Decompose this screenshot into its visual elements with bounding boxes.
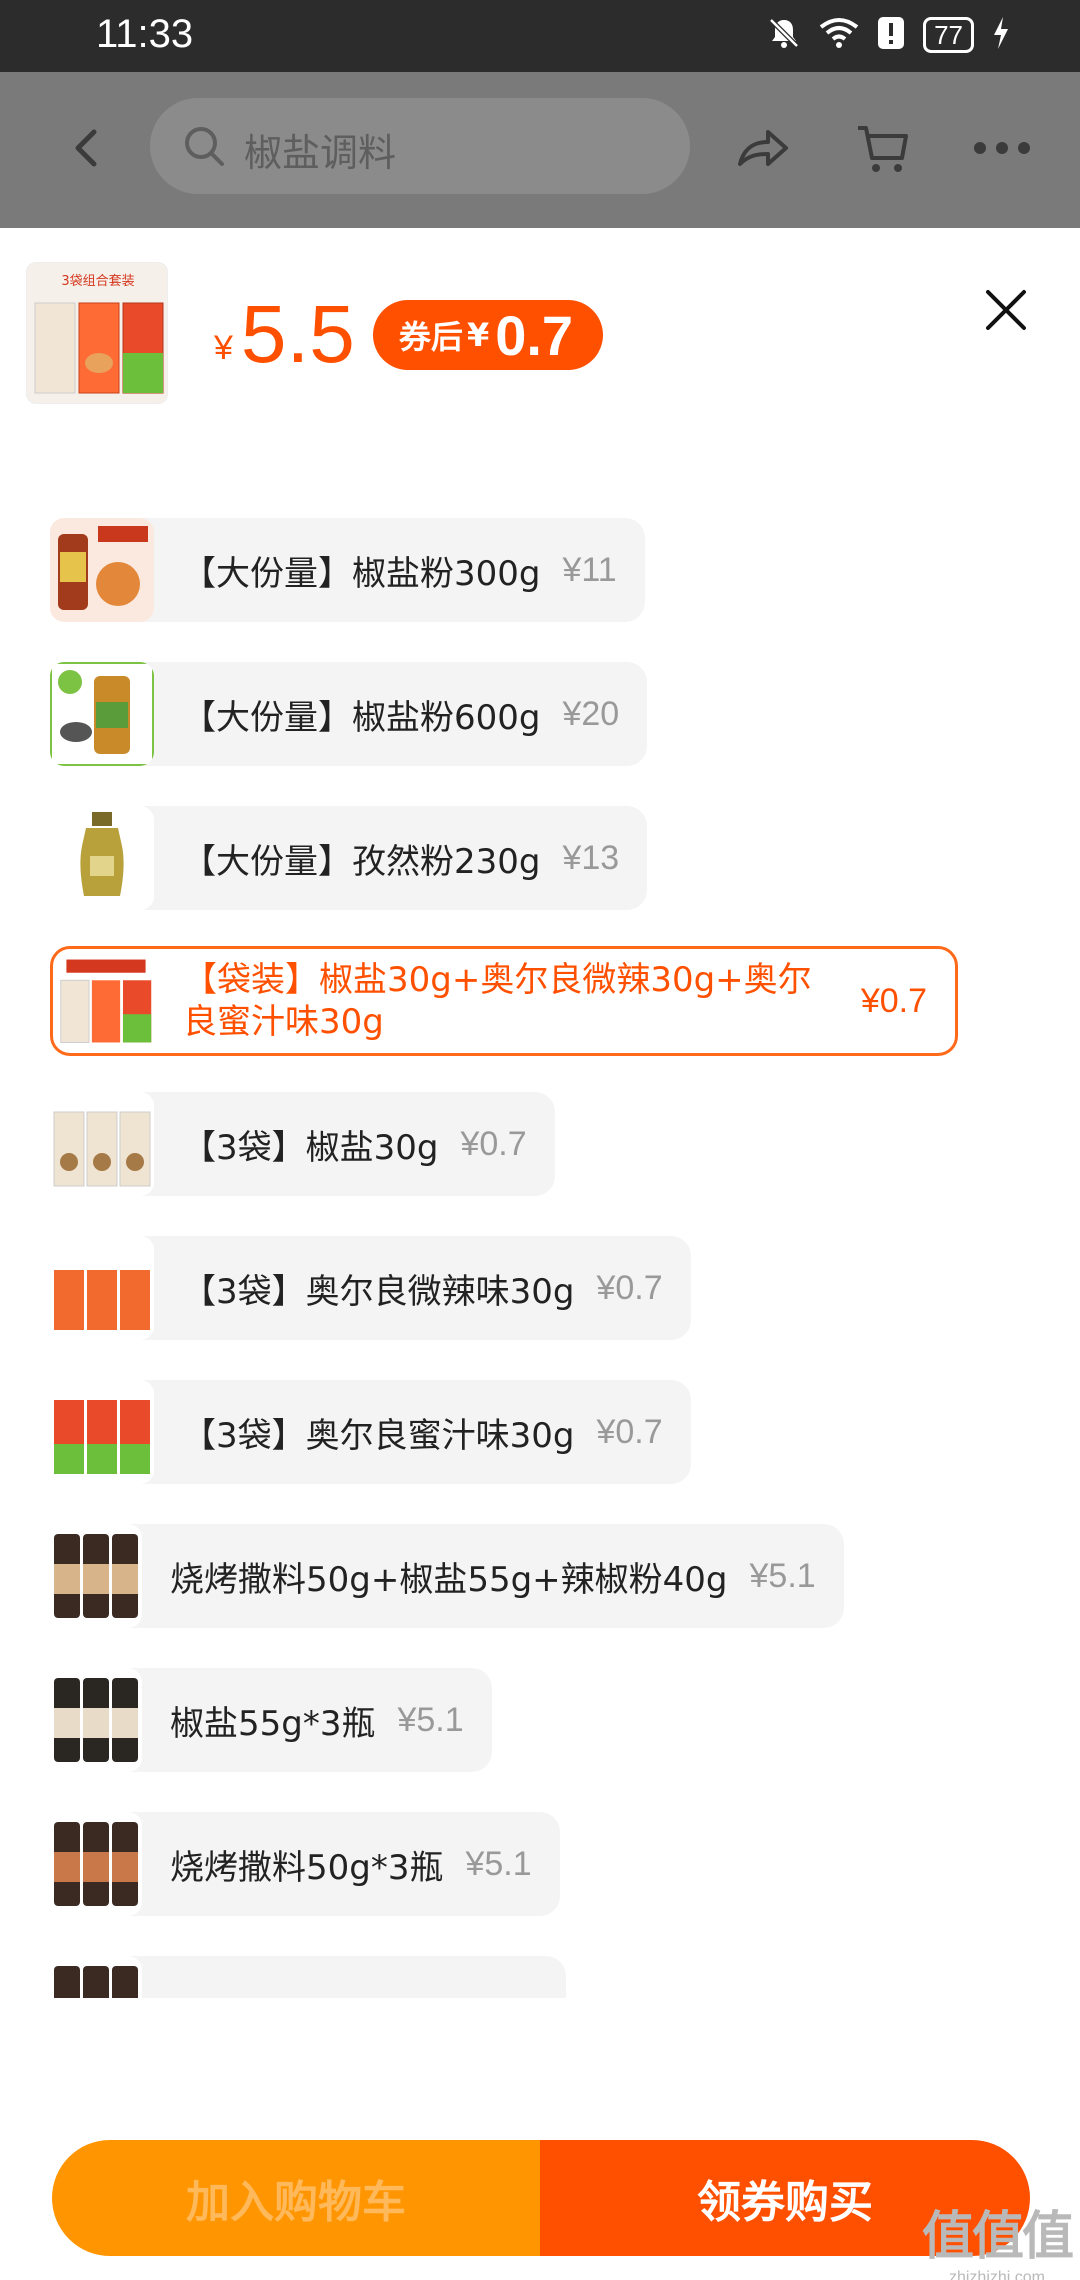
coupon-price-badge: 券后 ¥ 0.7 — [372, 300, 604, 370]
sku-option-price: ¥0.7 — [596, 1412, 663, 1451]
charging-icon — [992, 16, 1010, 54]
sku-option-thumbnail — [50, 1668, 142, 1772]
sku-option-thumbnail — [50, 1812, 142, 1916]
more-icon — [974, 142, 1030, 154]
cart-icon — [858, 126, 908, 172]
cart-button[interactable] — [852, 118, 912, 178]
sku-option-name: 【3袋】奥尔良蜜汁味30g — [182, 1415, 575, 1456]
sku-option-price: ¥5.1 — [397, 1700, 464, 1739]
back-button[interactable] — [58, 118, 118, 178]
sku-option[interactable]: 椒盐55g*3瓶 ¥5.1 — [50, 1668, 492, 1772]
sku-option-price: ¥0.7 — [460, 1124, 527, 1163]
coupon-label: 券后 — [398, 318, 463, 356]
sku-option[interactable]: 【3袋】椒盐30g ¥0.7 — [50, 1092, 555, 1196]
sku-option-list: 【大份量】椒盐粉300g ¥11 【大份量】椒盐粉600g ¥20 【大份量】孜… — [50, 518, 1050, 1998]
bell-off-icon — [767, 16, 801, 54]
sku-option-price: ¥5.1 — [749, 1556, 816, 1595]
status-bar: 11:33 77 — [0, 0, 1080, 72]
price-row: ¥ 5.5 券后 ¥ 0.7 — [214, 288, 604, 382]
watermark-logo: 值值值 — [921, 2207, 1074, 2267]
thumb-title: 3袋组合套装 — [61, 273, 134, 289]
coupon-currency: ¥ — [466, 316, 490, 354]
sku-option-thumbnail — [50, 1236, 154, 1340]
sku-option[interactable]: 【3袋】奥尔良蜜汁味30g ¥0.7 — [50, 1380, 691, 1484]
battery-icon: 77 — [923, 17, 974, 53]
search-input[interactable]: 椒盐调料 — [150, 98, 690, 194]
sku-option[interactable]: 【大份量】椒盐粉300g ¥11 — [50, 518, 645, 622]
sku-option-name: 【大份量】椒盐粉300g — [182, 553, 541, 594]
sku-option-name: 【大份量】孜然粉230g — [182, 841, 541, 882]
sku-option-thumbnail — [50, 1092, 154, 1196]
coupon-price-value: 0.7 — [495, 303, 574, 367]
sku-option-name: 【袋装】椒盐30g+奥尔良微辣30g+奥尔良蜜汁味30g — [183, 960, 812, 1042]
more-button[interactable] — [970, 118, 1030, 178]
sku-option[interactable]: 【3袋】奥尔良微辣味30g ¥0.7 — [50, 1236, 691, 1340]
sku-option[interactable]: 【大份量】椒盐粉600g ¥20 — [50, 662, 648, 766]
sku-option-thumbnail — [50, 662, 154, 766]
sku-option-thumbnail — [50, 1956, 142, 1998]
sku-option-price: ¥11 — [562, 550, 617, 589]
share-icon — [738, 130, 788, 166]
sku-option-name: 【大份量】椒盐粉600g — [182, 697, 541, 738]
sku-option-selected[interactable]: 【袋装】椒盐30g+奥尔良微辣30g+奥尔良蜜汁味30g ¥0.7 — [50, 946, 958, 1056]
sku-option-thumbnail — [50, 518, 154, 622]
watermark: 值值值 zhizhizhi.com — [921, 2194, 1074, 2280]
add-to-cart-button[interactable]: 加入购物车 — [52, 2140, 540, 2256]
search-text: 椒盐调料 — [244, 131, 397, 175]
alert-icon — [877, 16, 905, 54]
product-thumbnail[interactable]: 3袋组合套装 — [26, 262, 168, 404]
sku-option-thumbnail — [57, 952, 155, 1050]
back-icon — [75, 129, 97, 167]
price-value: 5.5 — [240, 289, 355, 380]
price-currency: ¥ — [214, 328, 233, 367]
sku-option-name: 烧烤撒料50g*3瓶 — [170, 1847, 444, 1888]
sku-option-price: ¥20 — [562, 694, 620, 733]
sku-option[interactable]: 烧烤撒料50g*3瓶 ¥5.1 — [50, 1812, 560, 1916]
sku-option-name: 椒盐55g*3瓶 — [170, 1703, 376, 1744]
bottom-action-bar: 加入购物车 领券购买 — [52, 2140, 1030, 2256]
sku-option[interactable]: 烧烤撒料50g+椒盐55g+辣椒粉40g ¥5.1 — [50, 1524, 844, 1628]
sku-option-price: ¥0.7 — [596, 1268, 663, 1307]
share-button[interactable] — [732, 118, 792, 178]
top-nav-bar: 椒盐调料 — [0, 72, 1080, 228]
sku-option-thumbnail — [50, 1524, 142, 1628]
sku-option[interactable] — [50, 1956, 566, 1998]
sku-option-price: ¥13 — [562, 838, 620, 877]
sku-option-name: 烧烤撒料50g+椒盐55g+辣椒粉40g — [170, 1559, 728, 1600]
sku-option-thumbnail — [50, 1380, 154, 1484]
sku-option[interactable]: 【大份量】孜然粉230g ¥13 — [50, 806, 648, 910]
search-icon — [182, 124, 226, 172]
watermark-url: zhizhizhi.com — [948, 2269, 1045, 2280]
sku-option-name: 【3袋】椒盐30g — [182, 1127, 439, 1168]
close-icon — [986, 290, 1026, 330]
close-button[interactable] — [978, 282, 1034, 338]
sku-selector-sheet: 3袋组合套装 ¥ 5.5 券后 ¥ 0.7 【大份量】椒盐粉300g ¥11 【… — [0, 228, 1080, 2280]
wifi-icon — [819, 17, 859, 53]
sku-option-price: ¥0.7 — [860, 981, 927, 1020]
sku-option-thumbnail — [50, 806, 154, 910]
sku-option-name: 【3袋】奥尔良微辣味30g — [182, 1271, 575, 1312]
status-time: 11:33 — [96, 12, 194, 56]
sku-option-price: ¥5.1 — [465, 1844, 532, 1883]
